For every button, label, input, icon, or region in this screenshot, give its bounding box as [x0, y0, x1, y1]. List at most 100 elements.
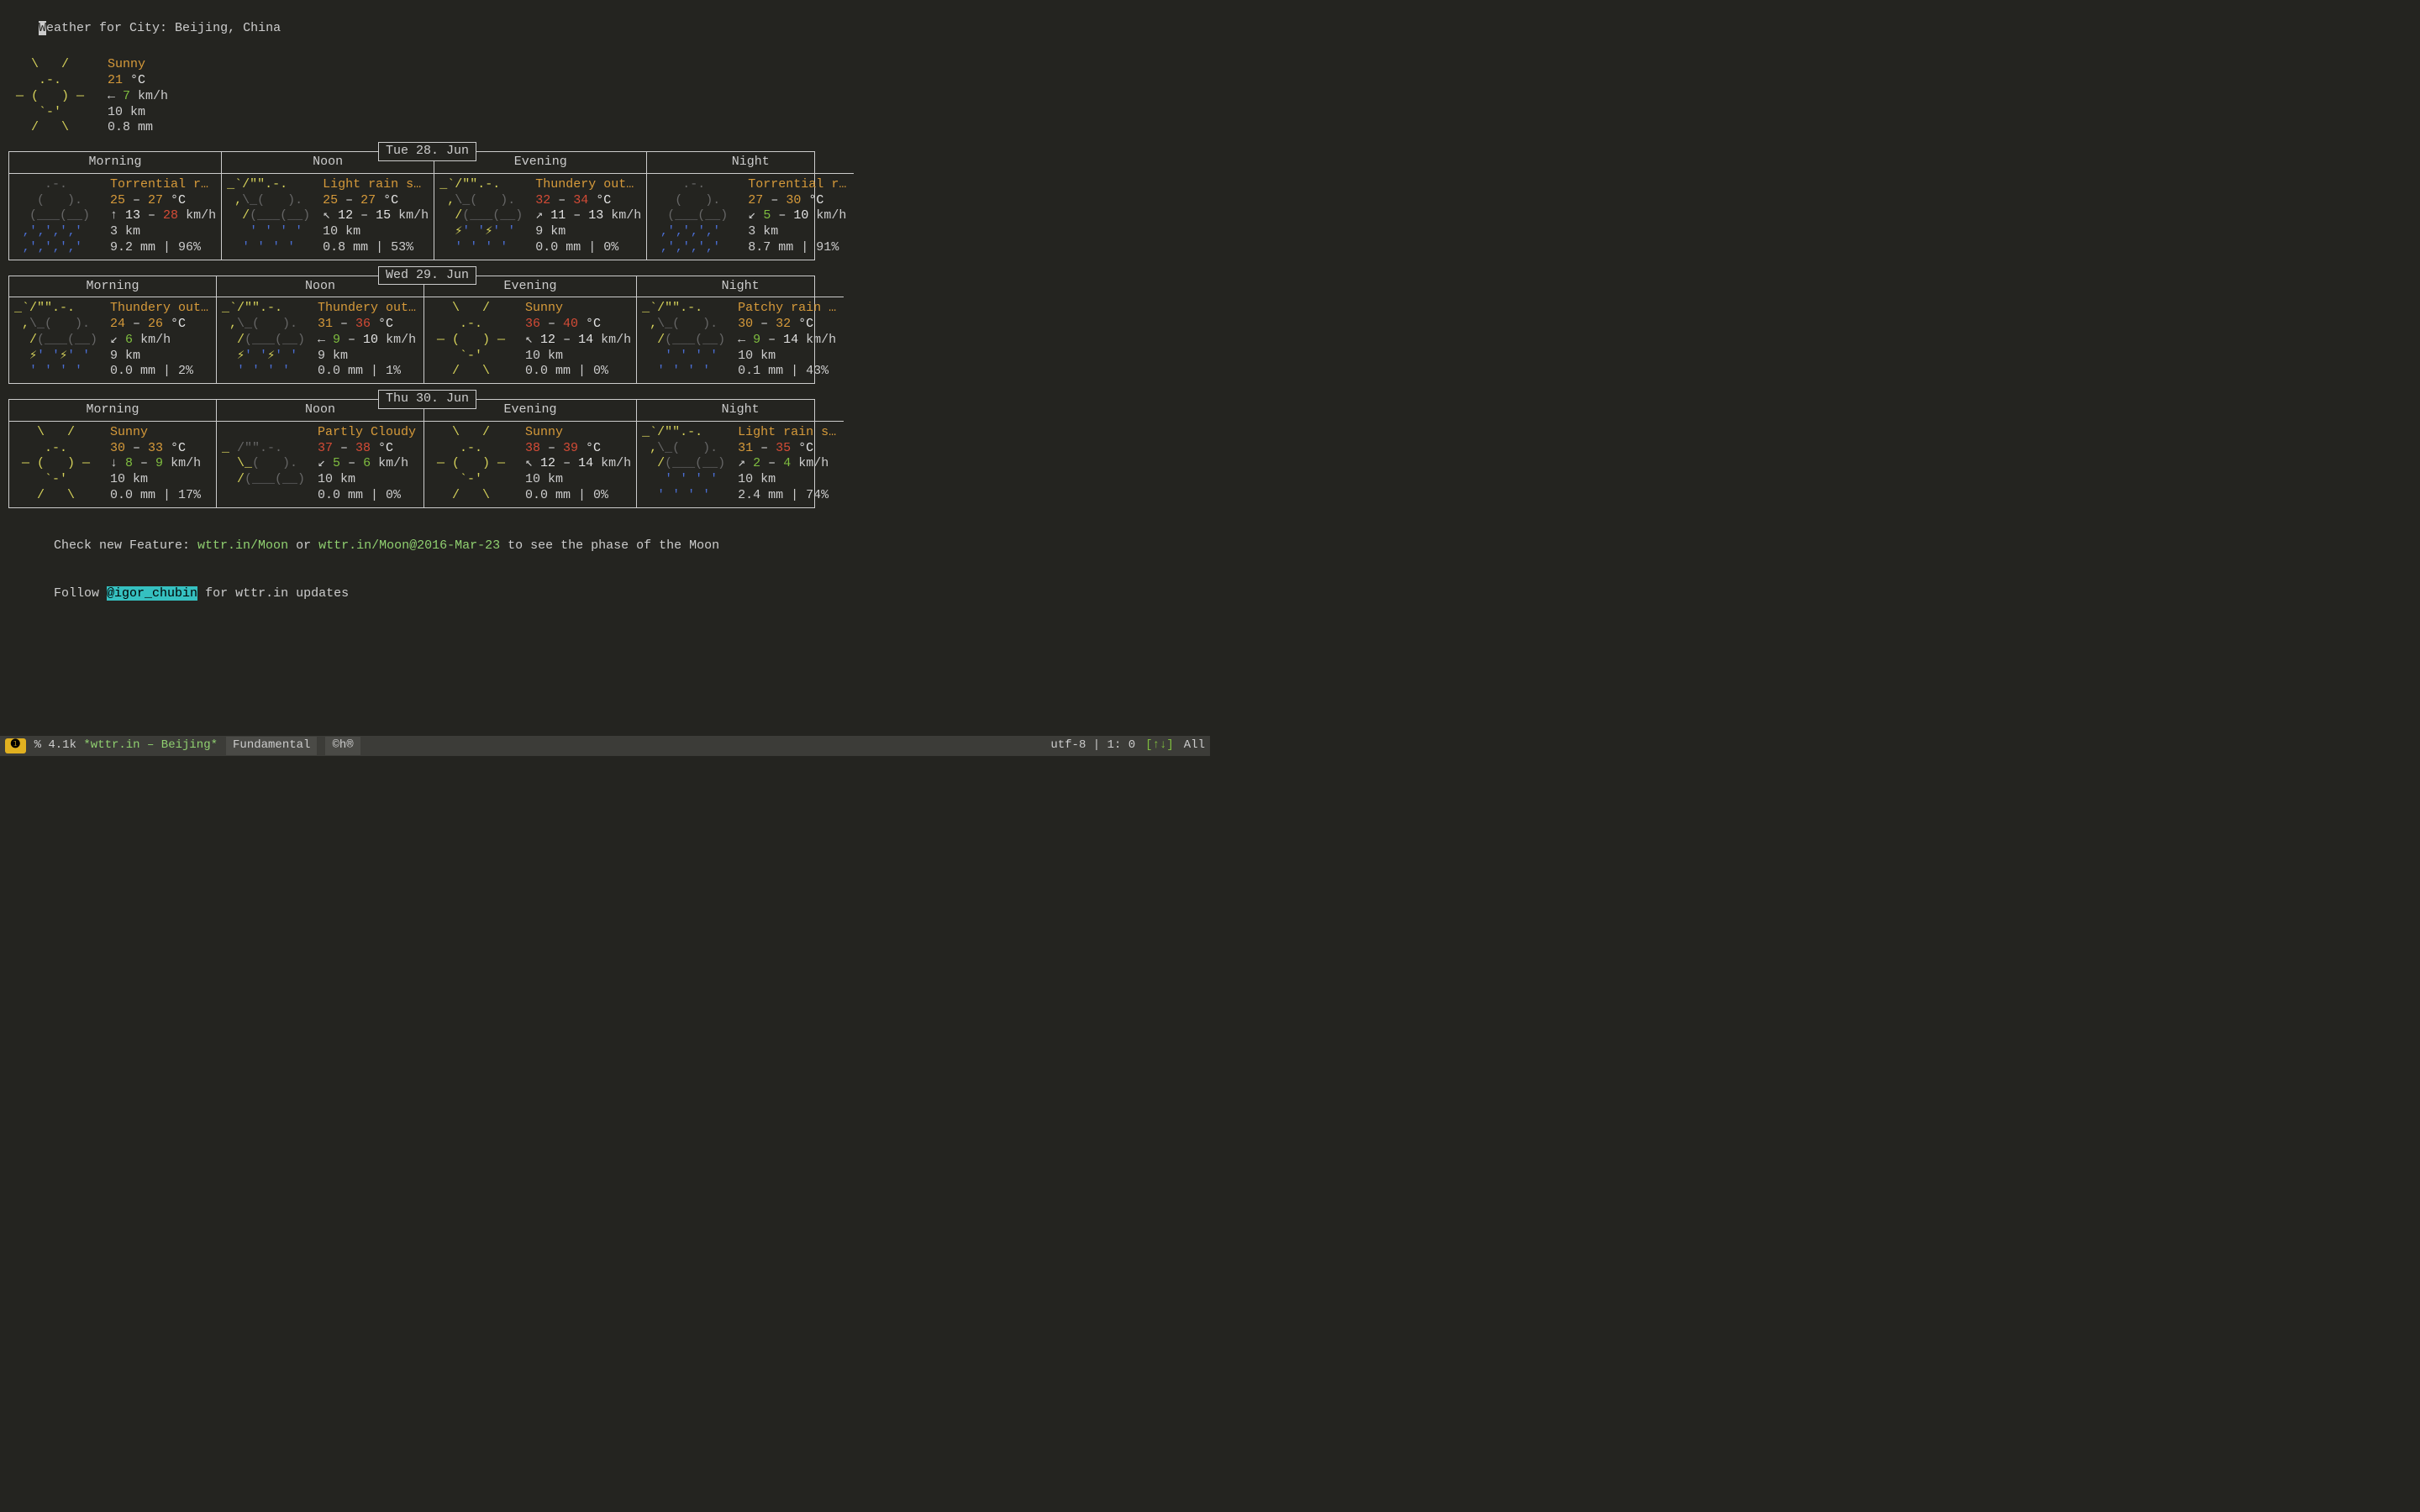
- period-precipitation: 0.0 mm | 17%: [110, 488, 211, 504]
- period-visibility: 10 km: [110, 472, 211, 488]
- forecast-period: Night .-. ( ). (___(__) ‚'‚'‚'‚' ‚'‚'‚'‚…: [647, 152, 854, 260]
- period-temp: 30 – 32 °C: [738, 317, 839, 333]
- period-temp: 27 – 30 °C: [748, 193, 849, 209]
- forecast-period: Noon _ /"".-. \_( ). /(___(__) Partly Cl…: [217, 400, 424, 507]
- period-info: Sunny36 – 40 °C↖ 12 – 14 km/h10 km0.0 mm…: [525, 301, 631, 380]
- period-temp: 30 – 33 °C: [110, 441, 211, 457]
- period-label: Night: [637, 400, 844, 422]
- period-info: Light rain sho…31 – 35 °C↗ 2 – 4 km/h10 …: [738, 425, 839, 504]
- period-info: Thundery outbr…24 – 26 °C↙ 6 km/h9 km0.0…: [110, 301, 211, 380]
- period-precipitation: 0.0 mm | 0%: [535, 240, 641, 256]
- thunder-icon: _`/"".-. ,\_( ). /(___(__) ⚡' '⚡' ' ' ' …: [14, 301, 107, 380]
- period-condition: Sunny: [525, 301, 626, 317]
- period-visibility: 10 km: [323, 224, 429, 240]
- day-label: Thu 30. Jun: [378, 390, 476, 409]
- forecast-table: Morning .-. ( ). (___(__) ‚'‚'‚'‚' ‚'‚'‚…: [8, 151, 815, 260]
- period-cell: _ /"".-. \_( ). /(___(__) Partly Cloudy3…: [217, 422, 424, 507]
- moon-link-2[interactable]: wttr.in/Moon@2016-Mar-23: [318, 538, 500, 553]
- buffer-name[interactable]: *wttr.in – Beijing*: [83, 738, 218, 752]
- period-temp: 31 – 36 °C: [318, 317, 418, 333]
- forecast-table: Morning _`/"".-. ,\_( ). /(___(__) ⚡' '⚡'…: [8, 276, 815, 385]
- period-cell: \ / .-. ― ( ) ― `-' / \ Sunny38 – 39 °C↖…: [424, 422, 636, 507]
- day-label: Wed 29. Jun: [378, 266, 476, 286]
- period-wind: ← 9 – 10 km/h: [318, 333, 418, 349]
- period-precipitation: 0.0 mm | 0%: [525, 364, 631, 380]
- period-temp: 25 – 27 °C: [110, 193, 216, 209]
- period-wind: ↙ 5 – 6 km/h: [318, 456, 418, 472]
- current-temp: 21 °C: [108, 73, 168, 89]
- period-temp: 38 – 39 °C: [525, 441, 631, 457]
- period-label: Morning: [9, 400, 216, 422]
- forecast-day: Thu 30. JunMorning \ / .-. ― ( ) ― `-' /…: [8, 399, 1202, 508]
- sun-icon: \ / .-. ― ( ) ― `-' / \: [8, 57, 101, 136]
- period-condition: Light rain sho…: [738, 425, 839, 441]
- forecast-day: Wed 29. JunMorning_`/"".-. ,\_( ). /(___…: [8, 276, 1202, 385]
- period-wind: ← 9 – 14 km/h: [738, 333, 839, 349]
- current-info: Sunny 21 °C ← 7 km/h 10 km 0.8 mm: [108, 57, 168, 136]
- period-visibility: 9 km: [318, 349, 418, 365]
- period-cell: _`/"".-. ,\_( ). /(___(__) ' ' ' ' ' ' '…: [222, 174, 434, 260]
- period-label: Morning: [9, 152, 221, 174]
- forecast-period: Evening_`/"".-. ,\_( ). /(___(__) ⚡' '⚡'…: [434, 152, 647, 260]
- period-precipitation: 2.4 mm | 74%: [738, 488, 839, 504]
- modeline-prefix: % 4.1k *wttr.in – Beijing*: [34, 738, 218, 753]
- sun-icon: \ / .-. ― ( ) ― `-' / \: [429, 425, 522, 504]
- period-cell: _`/"".-. ,\_( ). /(___(__) ⚡' '⚡' ' ' ' …: [434, 174, 646, 260]
- period-info: Thundery outbr…31 – 36 °C← 9 – 10 km/h9 …: [318, 301, 418, 380]
- period-visibility: 10 km: [738, 349, 839, 365]
- twitter-link[interactable]: @igor_chubin: [107, 586, 197, 601]
- period-cell: _`/"".-. ,\_( ). /(___(__) ' ' ' ' ' ' '…: [637, 422, 844, 507]
- warning-badge[interactable]: ❶: [5, 738, 26, 753]
- forecast-period: Night_`/"".-. ,\_( ). /(___(__) ' ' ' ' …: [637, 276, 844, 384]
- period-precipitation: 0.0 mm | 2%: [110, 364, 211, 380]
- moon-link-1[interactable]: wttr.in/Moon: [197, 538, 288, 553]
- period-precipitation: 9.2 mm | 96%: [110, 240, 216, 256]
- period-cell: _`/"".-. ,\_( ). /(___(__) ' ' ' ' ' ' '…: [637, 297, 844, 383]
- partly-icon: _ /"".-. \_( ). /(___(__): [222, 425, 314, 504]
- forecast-period: Night _`/"".-. ,\_( ). /(___(__) ' ' ' ' …: [637, 400, 844, 507]
- forecast-period: Noon_`/"".-. ,\_( ). /(___(__) ⚡' '⚡' ' …: [217, 276, 424, 384]
- period-info: Thundery outbr…32 – 34 °C↗ 11 – 13 km/h9…: [535, 177, 641, 256]
- thunder-icon: _`/"".-. ,\_( ). /(___(__) ⚡' '⚡' ' ' ' …: [222, 301, 314, 380]
- major-mode[interactable]: Fundamental: [226, 737, 317, 755]
- period-wind: ↙ 5 – 10 km/h: [748, 208, 849, 224]
- period-temp: 37 – 38 °C: [318, 441, 418, 457]
- period-wind: ↗ 11 – 13 km/h: [535, 208, 641, 224]
- day-label: Tue 28. Jun: [378, 142, 476, 161]
- forecast-period: Evening \ / .-. ― ( ) ― `-' / \ Sunny36 …: [424, 276, 637, 384]
- period-cell: _`/"".-. ,\_( ). /(___(__) ⚡' '⚡' ' ' ' …: [9, 297, 216, 383]
- current-weather: \ / .-. ― ( ) ― `-' / \ Sunny 21 °C ← 7 …: [8, 57, 1202, 136]
- period-wind: ↖ 12 – 15 km/h: [323, 208, 429, 224]
- forecast-period: Noon_`/"".-. ,\_( ). /(___(__) ' ' ' ' '…: [222, 152, 434, 260]
- period-temp: 32 – 34 °C: [535, 193, 641, 209]
- terminal-buffer[interactable]: Weather for City: Beijing, China \ / .-.…: [0, 0, 1210, 756]
- period-condition: Sunny: [110, 425, 211, 441]
- period-label: Night: [637, 276, 844, 298]
- period-visibility: 10 km: [525, 472, 631, 488]
- period-temp: 31 – 35 °C: [738, 441, 839, 457]
- period-condition: Thundery outbr…: [318, 301, 418, 317]
- period-info: Torrential rai…25 – 27 °C↑ 13 – 28 km/h3…: [110, 177, 216, 256]
- current-visibility: 10 km: [108, 105, 168, 121]
- forecast-period: Evening \ / .-. ― ( ) ― `-' / \ Sunny38 …: [424, 400, 637, 507]
- period-visibility: 10 km: [738, 472, 839, 488]
- period-condition: Thundery outbr…: [535, 177, 636, 193]
- period-wind: ↗ 2 – 4 km/h: [738, 456, 839, 472]
- thunder-icon: _`/"".-. ,\_( ). /(___(__) ⚡' '⚡' ' ' ' …: [439, 177, 532, 256]
- period-wind: ↙ 6 km/h: [110, 333, 211, 349]
- minor-mode: ©h®: [325, 737, 360, 755]
- period-temp: 36 – 40 °C: [525, 317, 631, 333]
- period-info: Torrential rai…27 – 30 °C↙ 5 – 10 km/h3 …: [748, 177, 849, 256]
- period-wind: ↑ 13 – 28 km/h: [110, 208, 216, 224]
- period-label: Morning: [9, 276, 216, 298]
- period-temp: 25 – 27 °C: [323, 193, 429, 209]
- period-visibility: 10 km: [525, 349, 631, 365]
- period-precipitation: 0.1 mm | 43%: [738, 364, 839, 380]
- period-info: Partly Cloudy37 – 38 °C↙ 5 – 6 km/h10 km…: [318, 425, 418, 504]
- period-info: Light rain sho…25 – 27 °C↖ 12 – 15 km/h1…: [323, 177, 429, 256]
- rain_light-icon: _`/"".-. ,\_( ). /(___(__) ' ' ' ' ' ' '…: [642, 425, 734, 504]
- forecast-period: Morning .-. ( ). (___(__) ‚'‚'‚'‚' ‚'‚'‚…: [9, 152, 222, 260]
- page-title: Weather for City: Beijing, China: [8, 5, 1202, 52]
- footer-text-a: Check new Feature:: [54, 538, 197, 553]
- scroll-icon: [↑↓]: [1145, 738, 1174, 753]
